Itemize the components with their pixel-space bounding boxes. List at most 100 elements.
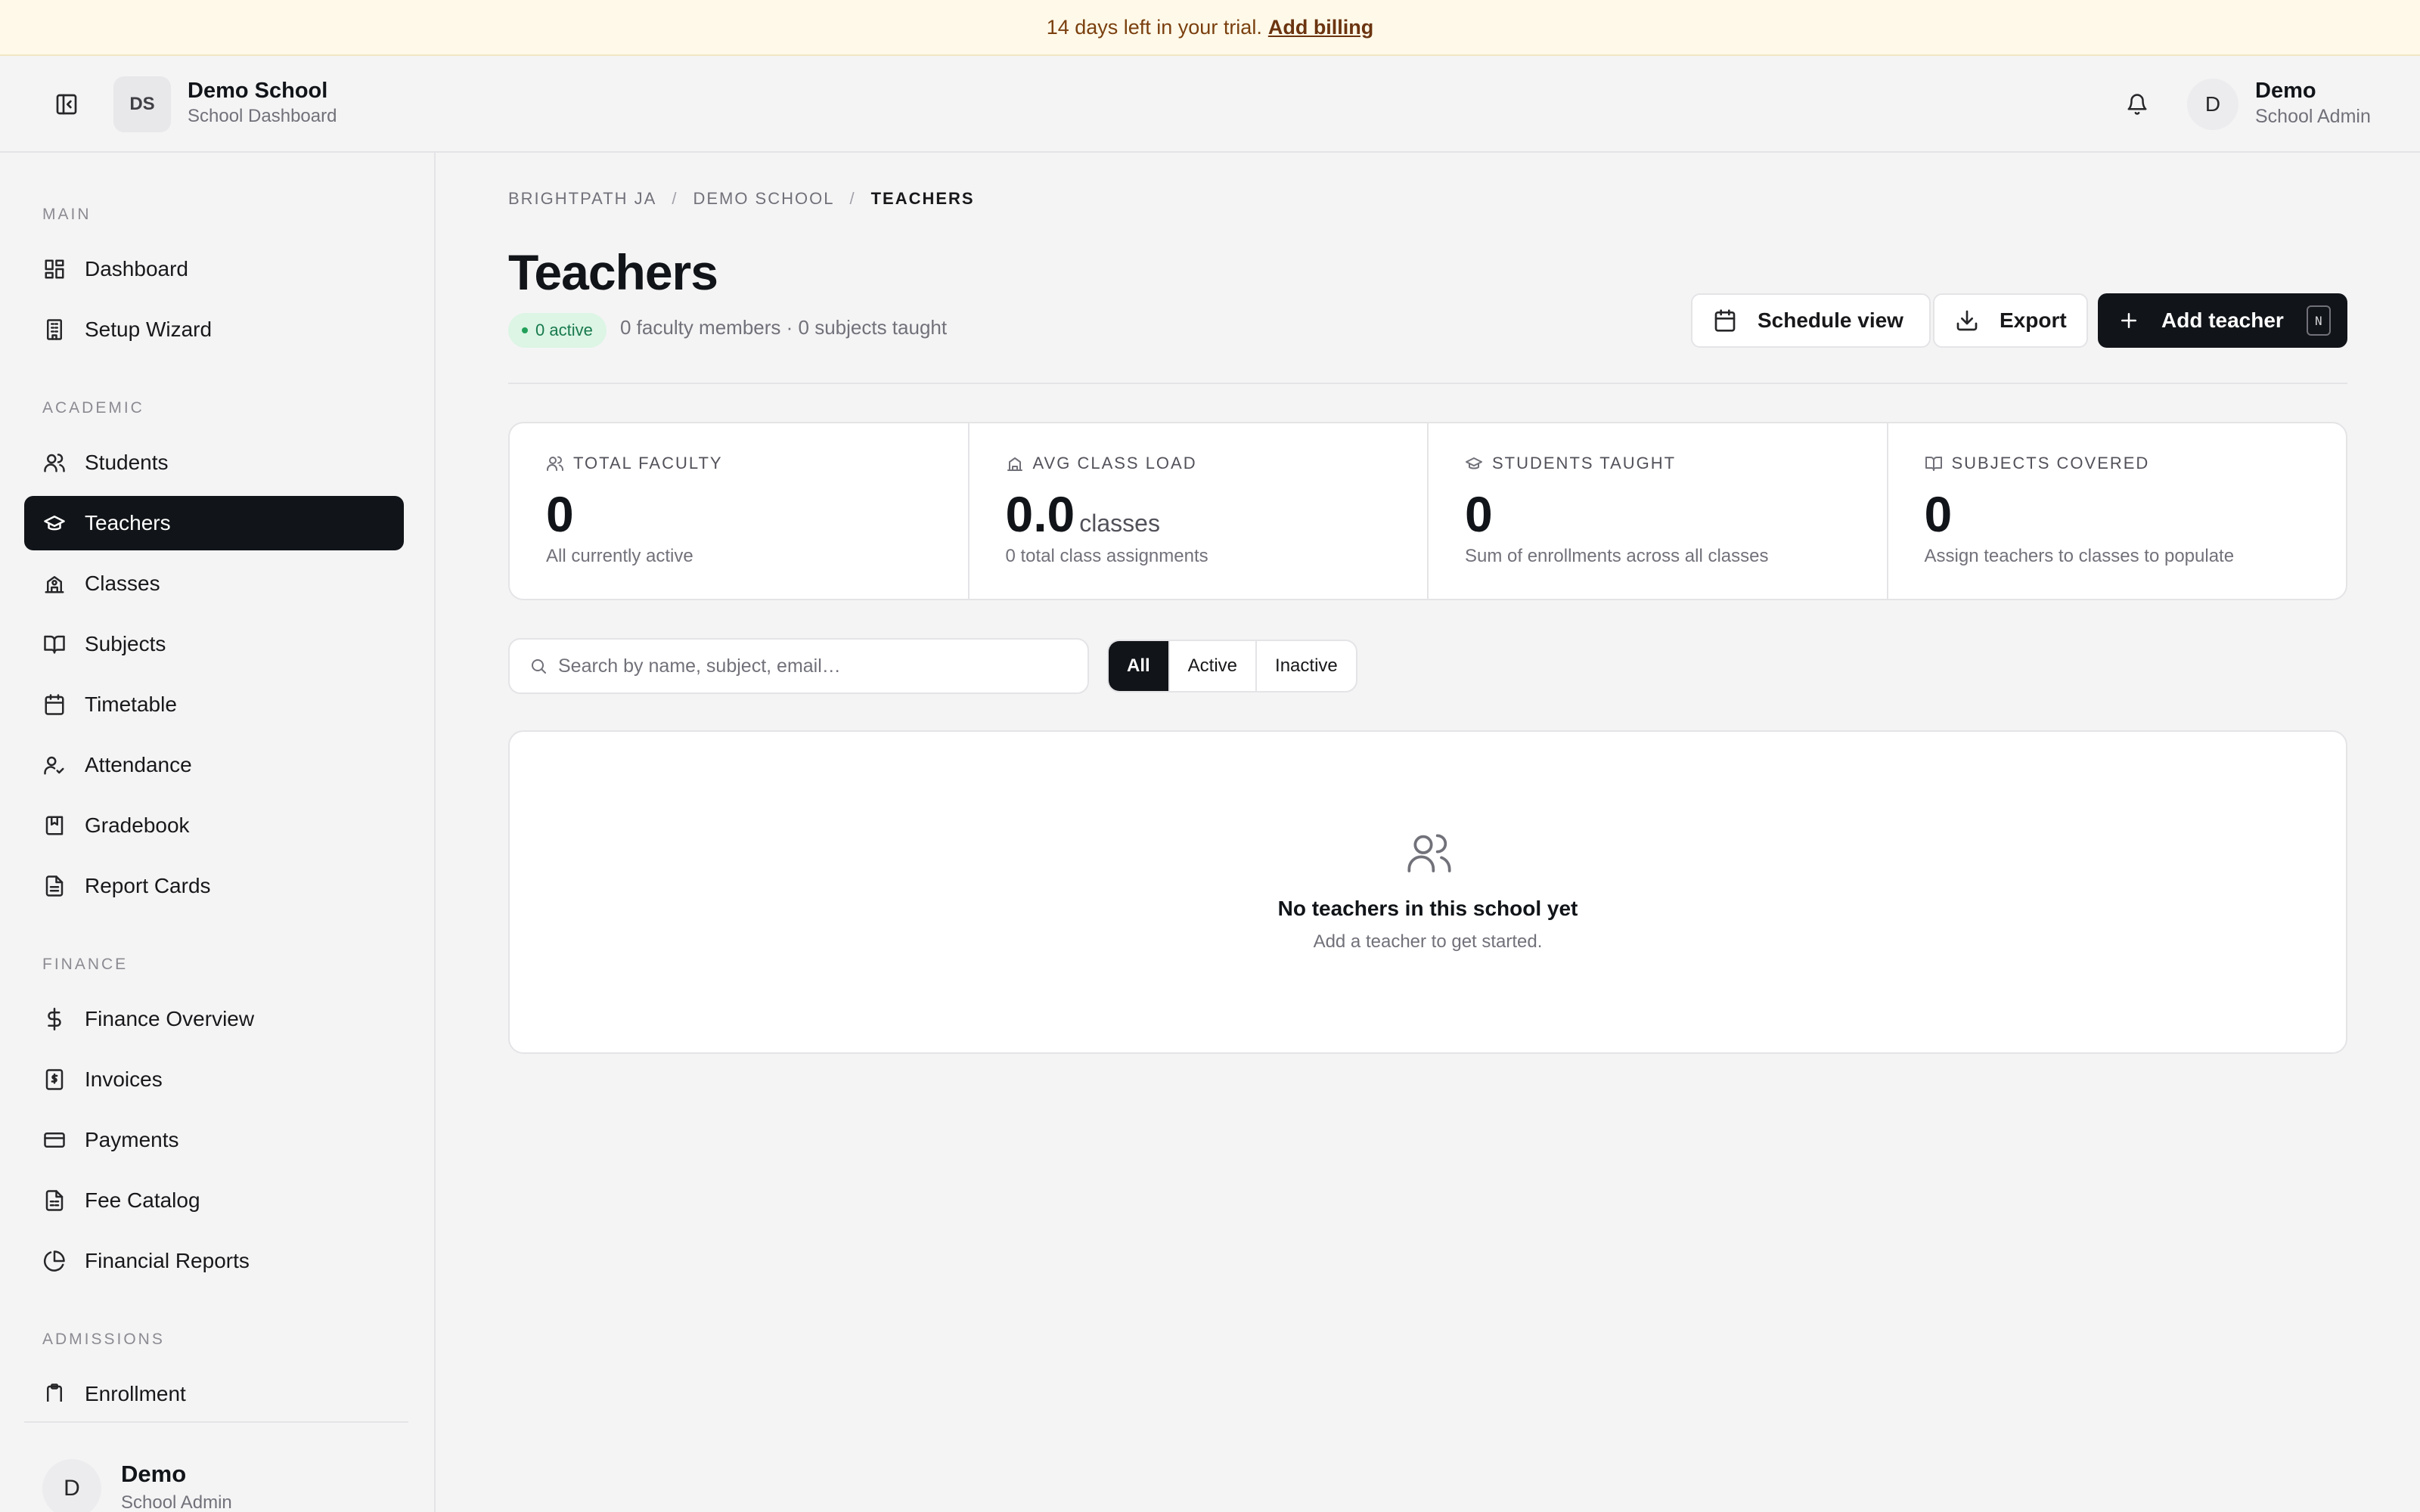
sidebar-item-label: Attendance bbox=[85, 753, 192, 776]
stat-label: TOTAL FACULTY bbox=[573, 454, 723, 472]
keyboard-shortcut-badge: N bbox=[2306, 305, 2331, 336]
sidebar-item-fee-catalog[interactable]: Fee Catalog bbox=[24, 1173, 404, 1228]
search-input[interactable] bbox=[558, 655, 1042, 677]
sidebar-item-teachers[interactable]: Teachers bbox=[24, 496, 404, 550]
sidebar-item-dashboard[interactable]: Dashboard bbox=[24, 242, 404, 296]
filter-inactive[interactable]: Inactive bbox=[1257, 641, 1356, 691]
sidebar-item-label: Enrollment bbox=[85, 1382, 186, 1402]
stat-number: 0 bbox=[1924, 486, 1953, 542]
search-box[interactable] bbox=[508, 638, 1089, 694]
download-icon bbox=[1954, 308, 1980, 333]
calendar-icon bbox=[42, 692, 67, 717]
teachers-list-empty-state: No teachers in this school yet Add a tea… bbox=[508, 730, 2347, 1054]
dollar-sign-icon bbox=[42, 1007, 67, 1031]
user-check-icon bbox=[42, 753, 67, 777]
filter-all[interactable]: All bbox=[1109, 641, 1170, 691]
sidebar-item-label: Report Cards bbox=[85, 874, 211, 897]
breadcrumb: BRIGHTPATH JA / DEMO SCHOOL / TEACHERS bbox=[508, 189, 975, 209]
sidebar-item-finance-overview[interactable]: Finance Overview bbox=[24, 992, 404, 1046]
user-name[interactable]: Demo bbox=[2255, 79, 2316, 104]
nav-group-academic: ACADEMIC bbox=[42, 399, 144, 417]
credit-card-icon bbox=[42, 1128, 67, 1152]
sidebar-user-name[interactable]: Demo bbox=[121, 1461, 186, 1488]
stat-subjects-covered: SUBJECTS COVERED 0 Assign teachers to cl… bbox=[1888, 423, 2347, 599]
trial-banner: 14 days left in your trial. Add billing bbox=[0, 0, 2420, 56]
sidebar-item-label: Financial Reports bbox=[85, 1249, 250, 1272]
breadcrumb-current: TEACHERS bbox=[870, 189, 975, 208]
status-filter: All Active Inactive bbox=[1107, 640, 1357, 692]
sidebar-item-label: Payments bbox=[85, 1128, 179, 1151]
sidebar-toggle-button[interactable] bbox=[51, 89, 82, 119]
sidebar-item-enrollment[interactable]: Enrollment bbox=[24, 1367, 404, 1402]
stat-value: 0 bbox=[546, 485, 574, 543]
stat-students-taught: STUDENTS TAUGHT 0 Sum of enrollments acr… bbox=[1429, 423, 1888, 599]
breadcrumb-item[interactable]: BRIGHTPATH JA bbox=[508, 189, 656, 209]
add-teacher-label: Add teacher bbox=[2161, 308, 2284, 332]
users-icon bbox=[1407, 834, 1451, 872]
sidebar-item-label: Classes bbox=[85, 572, 160, 595]
sidebar-item-label: Finance Overview bbox=[85, 1007, 255, 1030]
search-icon bbox=[532, 659, 546, 674]
stat-label-row: TOTAL FACULTY bbox=[546, 454, 723, 473]
users-icon bbox=[42, 451, 67, 475]
book-open-icon bbox=[42, 632, 67, 656]
stat-note: All currently active bbox=[546, 546, 693, 566]
graduation-cap-icon bbox=[42, 511, 67, 535]
active-count-label: 0 active bbox=[535, 321, 593, 339]
schedule-view-button[interactable]: Schedule view bbox=[1691, 293, 1931, 348]
sidebar-item-gradebook[interactable]: Gradebook bbox=[24, 798, 404, 853]
sidebar-item-classes[interactable]: Classes bbox=[24, 556, 404, 611]
school-name[interactable]: Demo School bbox=[188, 79, 327, 104]
sidebar-item-label: Teachers bbox=[85, 511, 171, 534]
sidebar-nav[interactable]: MAIN Dashboard Setup Wizard ACADEMIC Stu… bbox=[0, 153, 434, 1402]
sidebar-item-report-cards[interactable]: Report Cards bbox=[24, 859, 404, 913]
stat-note: Sum of enrollments across all classes bbox=[1465, 546, 1769, 566]
breadcrumb-item[interactable]: DEMO SCHOOL bbox=[693, 189, 834, 209]
school-avatar[interactable]: DS bbox=[113, 76, 171, 132]
sidebar-item-setup-wizard[interactable]: Setup Wizard bbox=[24, 302, 404, 357]
sidebar-item-financial-reports[interactable]: Financial Reports bbox=[24, 1234, 404, 1288]
stat-label-row: SUBJECTS COVERED bbox=[1925, 454, 2150, 473]
sidebar-item-label: Students bbox=[85, 451, 169, 474]
plus-icon bbox=[2116, 308, 2142, 333]
page-title: Teachers bbox=[508, 244, 718, 300]
graduation-cap-icon bbox=[1465, 454, 1483, 472]
sidebar-divider bbox=[24, 1421, 408, 1423]
faculty-summary: 0 faculty members · 0 subjects taught bbox=[620, 316, 948, 339]
sidebar-item-label: Fee Catalog bbox=[85, 1188, 200, 1212]
stat-value: 0 bbox=[1925, 485, 1953, 543]
sidebar-item-timetable[interactable]: Timetable bbox=[24, 677, 404, 732]
pie-chart-icon bbox=[42, 1249, 67, 1273]
stat-number: 0 bbox=[546, 486, 574, 542]
add-billing-link[interactable]: Add billing bbox=[1268, 16, 1373, 39]
notifications-button[interactable] bbox=[2122, 89, 2152, 119]
notebook-icon bbox=[42, 813, 67, 838]
building-icon bbox=[42, 318, 67, 342]
sidebar-collapse-icon bbox=[56, 94, 77, 115]
clipboard-icon bbox=[42, 1382, 67, 1402]
stat-value: 0 bbox=[1465, 485, 1493, 543]
sidebar-item-attendance[interactable]: Attendance bbox=[24, 738, 404, 792]
sidebar-item-payments[interactable]: Payments bbox=[24, 1113, 404, 1167]
add-teacher-button[interactable]: Add teacher N bbox=[2098, 293, 2347, 348]
user-avatar[interactable]: D bbox=[2187, 79, 2238, 130]
nav-group-main: MAIN bbox=[42, 206, 92, 223]
empty-state-title: No teachers in this school yet bbox=[1277, 897, 1578, 920]
user-role: School Admin bbox=[2255, 106, 2371, 127]
stat-total-faculty: TOTAL FACULTY 0 All currently active bbox=[510, 423, 970, 599]
sidebar-item-subjects[interactable]: Subjects bbox=[24, 617, 404, 671]
file-text-icon bbox=[42, 874, 67, 898]
sidebar-item-invoices[interactable]: Invoices bbox=[24, 1052, 404, 1107]
empty-state-subtitle: Add a teacher to get started. bbox=[1313, 931, 1543, 952]
sidebar-item-students[interactable]: Students bbox=[24, 435, 404, 490]
filter-active[interactable]: Active bbox=[1170, 641, 1258, 691]
calendar-icon bbox=[1712, 308, 1738, 333]
trial-text: 14 days left in your trial. bbox=[1046, 15, 1262, 39]
header-divider bbox=[508, 383, 2347, 384]
sidebar-user-avatar[interactable]: D bbox=[42, 1459, 101, 1512]
sidebar-item-label: Gradebook bbox=[85, 813, 190, 837]
export-button[interactable]: Export bbox=[1933, 293, 2088, 348]
nav-group-finance: FINANCE bbox=[42, 956, 129, 973]
school-subtitle: School Dashboard bbox=[188, 106, 337, 126]
stat-number: 0 bbox=[1465, 486, 1493, 542]
